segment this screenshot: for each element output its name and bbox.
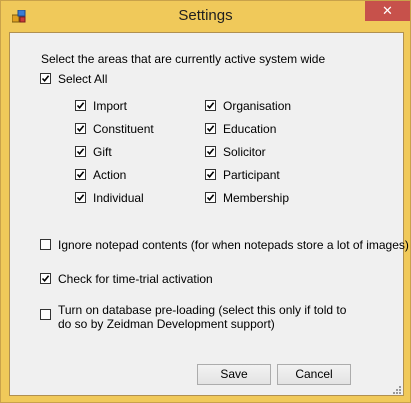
checkmark-icon [206,171,215,179]
close-icon: ✕ [382,3,393,18]
gift-label: Gift [93,145,112,159]
preloading-checkbox[interactable] [40,309,51,320]
individual-checkbox[interactable] [75,192,86,203]
select-all-checkbox[interactable] [40,73,51,84]
gift-checkbox[interactable] [75,146,86,157]
participant-checkbox[interactable] [205,169,216,180]
import-label: Import [93,99,128,113]
action-checkbox[interactable] [75,169,86,180]
areas-heading: Select the areas that are currently acti… [41,52,326,66]
cancel-button[interactable]: Cancel [277,364,351,385]
checkmark-icon [76,125,85,133]
checkmark-icon [206,148,215,156]
individual-label: Individual [93,191,144,205]
checkmark-icon [76,148,85,156]
import-checkbox[interactable] [75,100,86,111]
window-title: Settings [178,7,233,24]
checkmark-icon [206,125,215,133]
title-bar[interactable]: Settings ✕ [1,1,410,32]
action-label: Action [93,168,127,182]
ignore-notepad-checkbox[interactable] [40,239,51,250]
education-checkbox[interactable] [205,123,216,134]
membership-label: Membership [223,191,290,205]
checkmark-icon [41,75,50,83]
preloading-label-line2: do so by Zeidman Development support) [58,317,275,331]
solicitor-checkbox[interactable] [205,146,216,157]
resize-grip[interactable] [391,383,401,394]
ignore-notepad-label: Ignore notepad contents (for when notepa… [58,238,409,252]
education-label: Education [223,122,277,136]
solicitor-label: Solicitor [223,145,266,159]
settings-panel: Select the areas that are currently acti… [9,32,409,396]
constituent-label: Constituent [93,122,154,136]
settings-window: Settings ✕ Select the areas that are cur… [0,0,411,403]
time-trial-label: Check for time-trial activation [58,272,213,286]
participant-label: Participant [223,168,280,182]
preloading-label-line1: Turn on database pre-loading (select thi… [58,303,347,317]
time-trial-checkbox[interactable] [40,273,51,284]
checkmark-icon [206,194,215,202]
membership-checkbox[interactable] [205,192,216,203]
checkmark-icon [41,275,50,283]
checkmark-icon [76,102,85,110]
checkmark-icon [76,171,85,179]
save-button[interactable]: Save [197,364,271,385]
checkmark-icon [206,102,215,110]
constituent-checkbox[interactable] [75,123,86,134]
checkmark-icon [76,194,85,202]
close-button[interactable]: ✕ [365,1,410,21]
organisation-label: Organisation [223,99,292,113]
organisation-checkbox[interactable] [205,100,216,111]
select-all-label: Select All [58,72,108,86]
